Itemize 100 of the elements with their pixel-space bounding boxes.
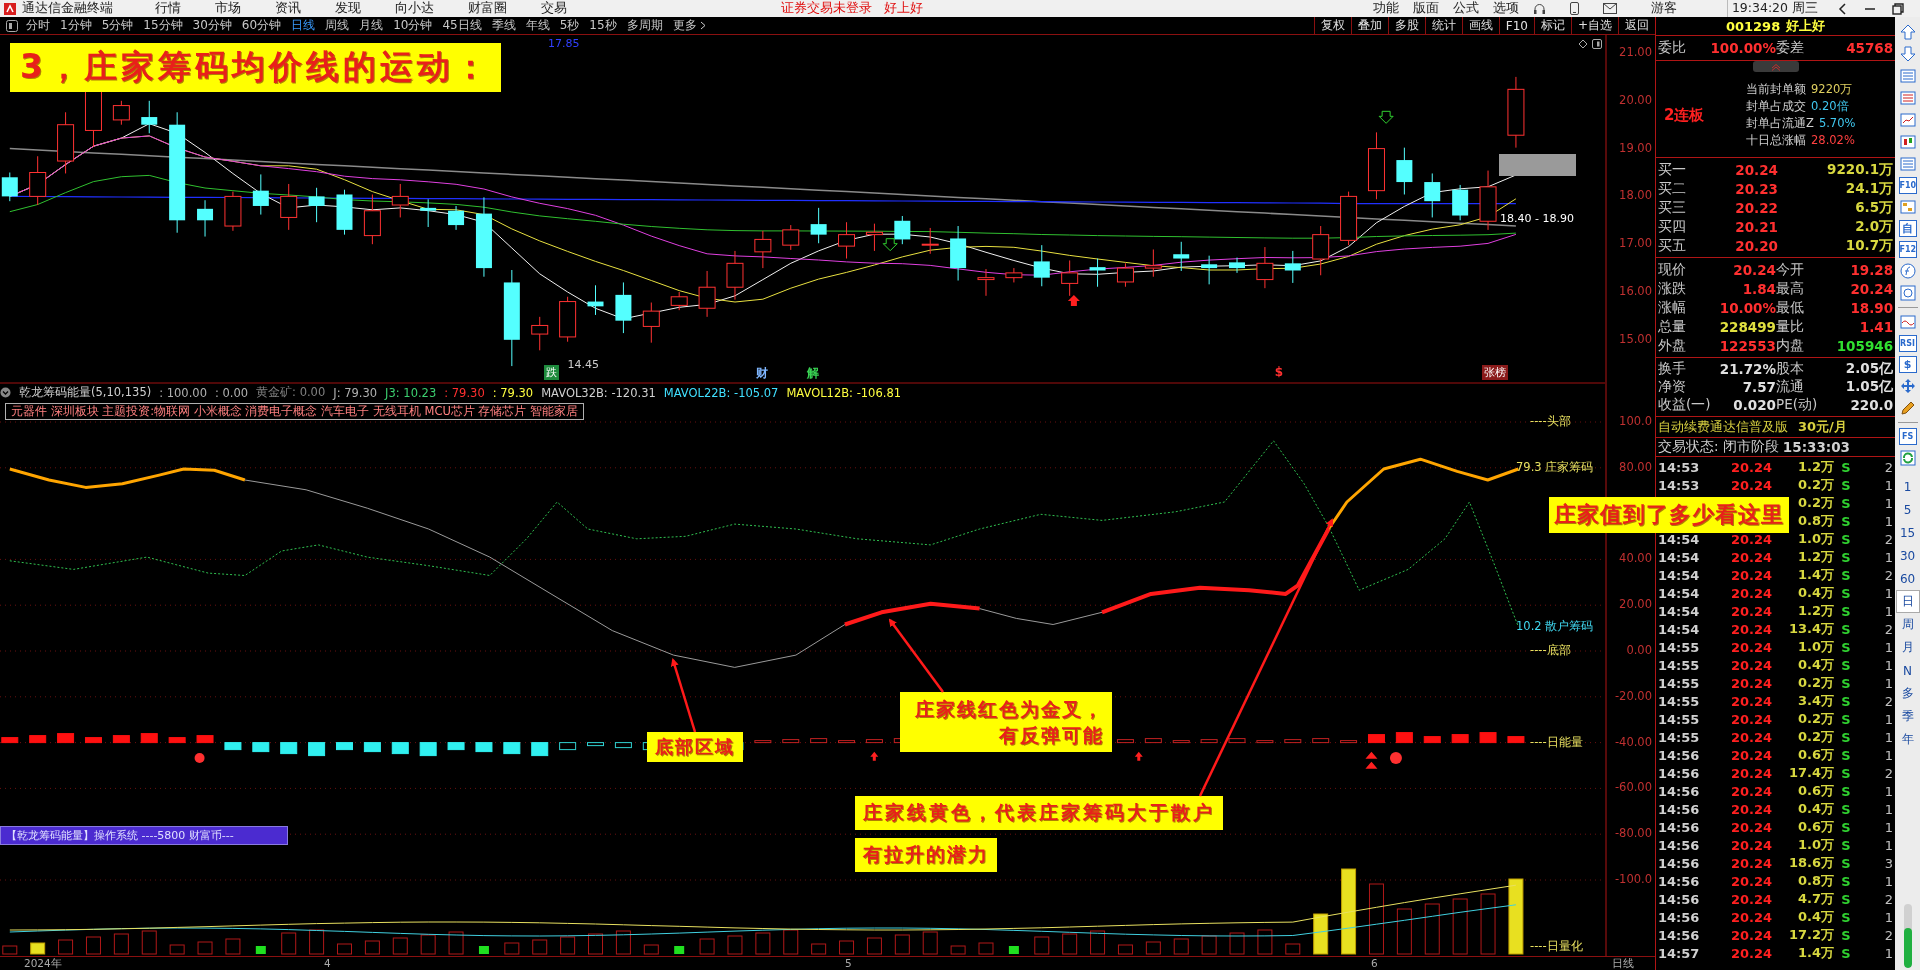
period-button[interactable]: 日 — [1895, 590, 1920, 613]
menu-item[interactable]: 功能 — [1372, 0, 1399, 17]
period-tab[interactable]: 季线 — [491, 17, 516, 34]
event-tag[interactable]: 跌 — [543, 365, 559, 381]
event-tag[interactable]: 财 — [755, 365, 768, 383]
annotation: 3，庄家筹码均价线的运动： — [10, 43, 501, 92]
tick-volume: 0.8万 — [1796, 512, 1834, 530]
menu-item[interactable]: 发现 — [335, 0, 361, 17]
period-tab[interactable]: 45日线 — [442, 17, 482, 34]
event-tag[interactable]: 解 — [807, 365, 820, 383]
promo-banner[interactable]: 自动续费通达信普及版 30元/月 — [1656, 417, 1896, 438]
tick-side: S — [1840, 819, 1852, 835]
field-label: 今开 — [1776, 260, 1805, 279]
field-value: 0.020 — [1732, 397, 1776, 413]
field-label: 涨跌 — [1658, 279, 1687, 298]
period-tab[interactable]: 5秒 — [559, 17, 580, 34]
tick-price: 20.24 — [1729, 909, 1772, 925]
tick-count: 2 — [1883, 927, 1894, 943]
period-tab[interactable]: 年线 — [525, 17, 550, 34]
tick-count: 1 — [1883, 837, 1894, 853]
seal-value: 28.02% — [1811, 133, 1855, 148]
period-tab[interactable]: 月线 — [359, 17, 384, 34]
tick-price: 20.24 — [1729, 765, 1772, 781]
period-tab[interactable]: 30分钟 — [192, 17, 232, 34]
tick-count: 1 — [1883, 729, 1894, 745]
toolbar-button[interactable]: $ — [1898, 356, 1917, 373]
promo-banner[interactable]: 【乾龙筹码能量】操作系统 ----5800 财富币--- — [0, 826, 288, 845]
indicator-axis-label: 100.0 — [1618, 414, 1652, 428]
menu-item[interactable]: 交易 — [541, 0, 567, 17]
bid-price: 20.20 — [1734, 237, 1778, 254]
period-tab[interactable]: 60分钟 — [241, 17, 282, 34]
period-button[interactable]: 多 — [1895, 682, 1920, 705]
period-button[interactable]: 1 — [1895, 475, 1920, 498]
menu-item[interactable]: 公式 — [1452, 0, 1479, 17]
bid-price: 20.21 — [1734, 218, 1778, 235]
field-value: 19.28 — [1849, 261, 1894, 278]
bid-volume: 6.5万 — [1854, 198, 1894, 217]
stock-code: 001298 — [1725, 18, 1781, 34]
toolbar-button[interactable]: F10 — [1898, 177, 1917, 194]
price-axis-label: 16.00 — [1618, 284, 1652, 298]
event-tag[interactable]: $ — [1274, 365, 1284, 380]
event-tag[interactable]: 张榜 — [1481, 365, 1508, 381]
period-tab[interactable]: 多周期 — [626, 17, 663, 34]
toolbar-button[interactable]: F12 — [1898, 241, 1917, 258]
period-button[interactable]: 季 — [1895, 705, 1920, 728]
tick-time: 14:56 — [1658, 909, 1701, 925]
field-value: 21.72% — [1718, 361, 1776, 377]
period-tab[interactable]: 15秒 — [589, 17, 617, 34]
toolbar-button[interactable]: 自 — [1898, 220, 1917, 237]
date-label: 5 — [845, 957, 852, 970]
tick-side: S — [1840, 675, 1852, 691]
field-value: 105946 — [1835, 337, 1894, 354]
tick-side: S — [1840, 477, 1852, 493]
indicator-name[interactable]: 乾龙筹码能量(5,10,135) — [19, 385, 152, 400]
tick-count: 1 — [1883, 675, 1894, 691]
toolbar-button[interactable]: FS — [1898, 428, 1917, 445]
menu-item[interactable]: 版面 — [1412, 0, 1439, 17]
period-button[interactable]: 15 — [1895, 521, 1920, 544]
period-button[interactable]: 30 — [1895, 544, 1920, 567]
more-button[interactable]: 更多 — [672, 17, 706, 34]
tick-side: S — [1840, 549, 1852, 565]
annotation: 庄家值到了多少看这里 — [1549, 497, 1789, 533]
indicator-reading: MAVOL22B: -105.07 — [663, 385, 779, 400]
menu-item[interactable]: 市场 — [215, 0, 241, 17]
tick-count: 2 — [1883, 459, 1894, 475]
seal-value: 9220万 — [1811, 82, 1853, 97]
period-button[interactable]: N — [1895, 659, 1920, 682]
toolbar-button[interactable]: RSI — [1898, 335, 1917, 352]
tick-count: 1 — [1883, 747, 1894, 763]
login-notice[interactable]: 证券交易未登录 — [781, 0, 872, 17]
seal-label: 当前封单额 — [1746, 82, 1806, 97]
period-tab[interactable]: 日线 — [291, 17, 316, 34]
period-button[interactable]: 5 — [1895, 498, 1920, 521]
tick-volume: 3.4万 — [1796, 692, 1834, 710]
period-tab[interactable]: 分时 — [26, 17, 50, 34]
field-value: 122553 — [1718, 337, 1776, 354]
period-button[interactable]: 60 — [1895, 567, 1920, 590]
period-button[interactable]: 月 — [1895, 636, 1920, 659]
low-price-mark: 14.45 — [567, 357, 599, 371]
tick-side: S — [1840, 585, 1852, 601]
menu-item[interactable]: 行情 — [155, 0, 181, 17]
menu-item[interactable]: 选项 — [1492, 0, 1519, 17]
period-tab[interactable]: 15分钟 — [143, 17, 183, 34]
menu-item[interactable]: 资讯 — [275, 0, 301, 17]
menu-item[interactable]: 财富圈 — [468, 0, 507, 17]
indicator-reading: 黄金矿: 0.00 — [256, 385, 326, 400]
period-button[interactable]: 年 — [1895, 728, 1920, 751]
field-label: PE(动) — [1776, 396, 1819, 414]
user-name[interactable]: 游客 — [1650, 0, 1677, 17]
tick-volume: 0.2万 — [1796, 710, 1834, 728]
period-tab[interactable]: 周线 — [325, 17, 350, 34]
period-tab[interactable]: 5分钟 — [101, 17, 134, 34]
menu-item[interactable]: 向小达 — [395, 0, 434, 17]
period-button[interactable]: 周 — [1895, 613, 1920, 636]
period-tab[interactable]: 1分钟 — [60, 17, 92, 34]
date-label: 6 — [1371, 957, 1378, 970]
tick-time: 14:53 — [1658, 459, 1701, 475]
field-value: 7.57 — [1741, 379, 1776, 395]
line-label: ----头部 — [1530, 414, 1571, 429]
period-tab[interactable]: 10分钟 — [393, 17, 433, 34]
